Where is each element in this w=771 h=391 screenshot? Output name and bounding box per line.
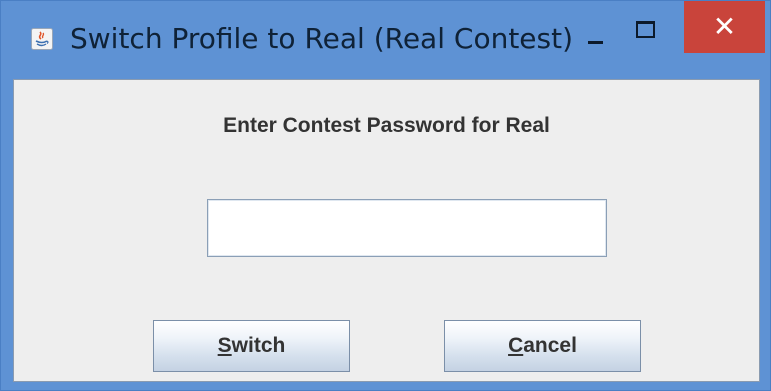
switch-button[interactable]: Switch xyxy=(153,320,350,372)
dialog-content: Enter Contest Password for Real Switch C… xyxy=(13,79,760,382)
cancel-button[interactable]: Cancel xyxy=(444,320,641,372)
minimize-button[interactable] xyxy=(574,13,618,57)
maximize-button[interactable] xyxy=(622,9,666,53)
dialog-window: Switch Profile to Real (Real Contest) ✕ … xyxy=(0,0,771,391)
cancel-label-rest: ancel xyxy=(523,334,577,357)
title-bar[interactable]: Switch Profile to Real (Real Contest) ✕ xyxy=(1,1,770,79)
password-field[interactable] xyxy=(207,199,607,257)
cancel-mnemonic: C xyxy=(508,334,524,357)
close-icon: ✕ xyxy=(712,10,737,43)
java-icon xyxy=(31,28,53,50)
switch-mnemonic: S xyxy=(217,334,232,357)
password-prompt-label: Enter Contest Password for Real xyxy=(223,114,550,137)
close-button[interactable]: ✕ xyxy=(684,1,765,53)
window-title: Switch Profile to Real (Real Contest) xyxy=(70,22,574,55)
switch-label-rest: witch xyxy=(231,334,286,357)
